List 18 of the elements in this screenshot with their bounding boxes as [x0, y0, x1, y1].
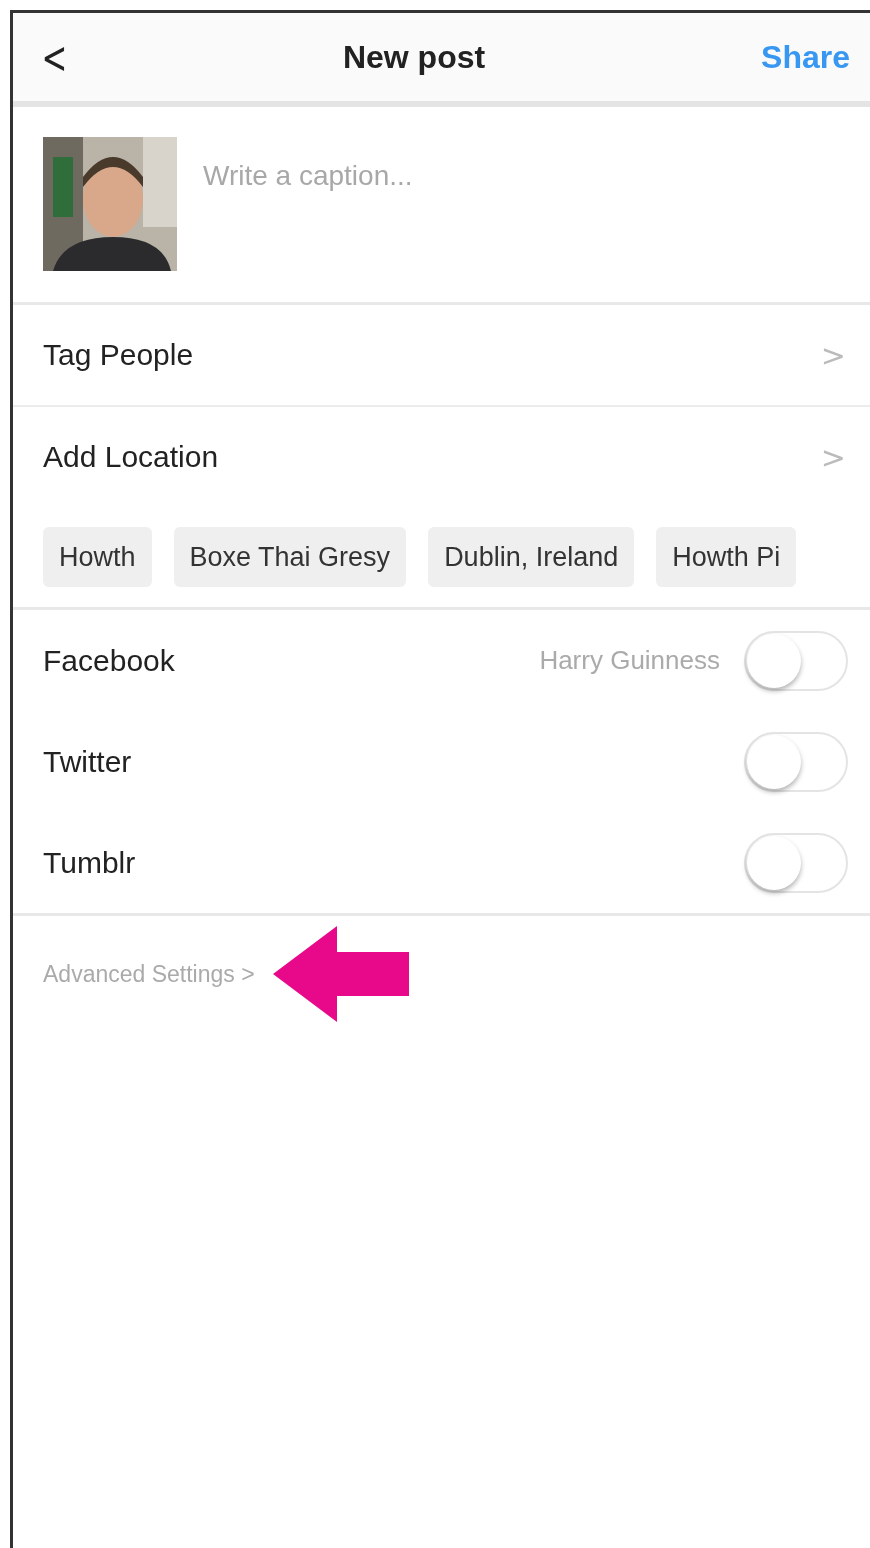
share-label: Facebook: [43, 643, 175, 678]
toggle-switch[interactable]: [744, 731, 848, 792]
location-chip[interactable]: Howth Pi: [656, 527, 797, 587]
arrow-icon: [272, 926, 409, 1022]
chevron-icon: >: [820, 439, 846, 475]
menu-item-label[interactable]: Tag People: [43, 338, 194, 372]
chevron-icon: >: [820, 337, 846, 373]
back-button[interactable]: <: [41, 31, 63, 83]
share-label: Twitter: [43, 744, 132, 779]
toggle-switch[interactable]: [744, 630, 848, 691]
location-chip[interactable]: Howth: [43, 527, 152, 587]
screen-title: New post: [341, 38, 487, 76]
location-chip[interactable]: Boxe Thai Gresy: [173, 527, 407, 587]
location-chip[interactable]: Dublin, Ireland: [428, 527, 635, 587]
account-name: Harry Guinness: [539, 645, 720, 676]
toggle-switch[interactable]: [744, 832, 848, 893]
share-label: Tumblr: [43, 845, 136, 880]
menu-item-label[interactable]: Add Location: [43, 440, 219, 474]
